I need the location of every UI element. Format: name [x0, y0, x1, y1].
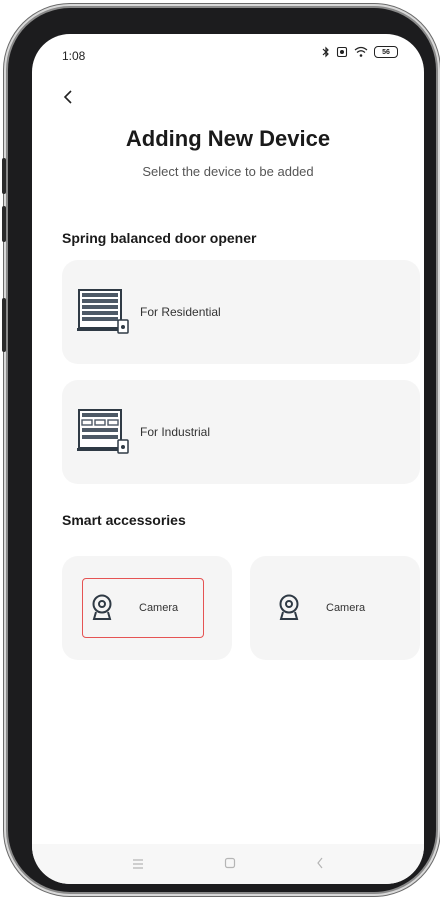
section-title-door-opener: Spring balanced door opener [62, 230, 257, 246]
status-icons: 56 [322, 46, 398, 58]
back-button[interactable] [58, 85, 78, 109]
residential-door-opener-icon [77, 289, 129, 334]
power-button [2, 298, 6, 352]
volume-up-button [2, 158, 6, 194]
back-icon[interactable] [316, 857, 324, 872]
battery-level: 56 [382, 48, 390, 56]
phone-frame: 1:08 56 Adding New Device Select the dev… [2, 8, 436, 892]
device-label-residential: For Residential [140, 305, 221, 319]
device-card-camera-1[interactable]: Camera [62, 556, 232, 660]
page-subtitle: Select the device to be added [142, 164, 314, 179]
system-nav-bar [32, 844, 424, 884]
device-card-camera-2[interactable]: Camera [250, 556, 420, 660]
device-label-industrial: For Industrial [140, 425, 211, 439]
device-card-residential[interactable]: For Residential [62, 260, 420, 364]
battery-icon: 56 [374, 46, 398, 58]
page-title: Adding New Device [125, 126, 331, 151]
camera-icon [279, 594, 299, 620]
volume-down-button [2, 206, 6, 242]
status-bar: 1:08 56 [32, 34, 424, 76]
wifi-icon [354, 46, 368, 58]
alarm-icon [336, 46, 348, 58]
camera-icon [92, 594, 112, 620]
screen: 1:08 56 Adding New Device Select the dev… [32, 34, 424, 884]
bluetooth-icon [322, 46, 330, 58]
section-title-smart-accessories: Smart accessories [62, 512, 186, 528]
industrial-door-opener-icon [77, 409, 129, 454]
camera-box[interactable]: Camera [270, 578, 392, 638]
menu-icon[interactable] [132, 857, 144, 872]
device-label-camera-2: Camera [326, 602, 366, 614]
device-label-camera-1: Camera [139, 602, 179, 614]
status-time: 1:08 [62, 49, 86, 63]
home-icon[interactable] [224, 857, 236, 872]
device-card-industrial[interactable]: For Industrial [62, 380, 420, 484]
chevron-left-icon [63, 90, 72, 104]
camera-selection-box[interactable]: Camera [82, 578, 204, 638]
